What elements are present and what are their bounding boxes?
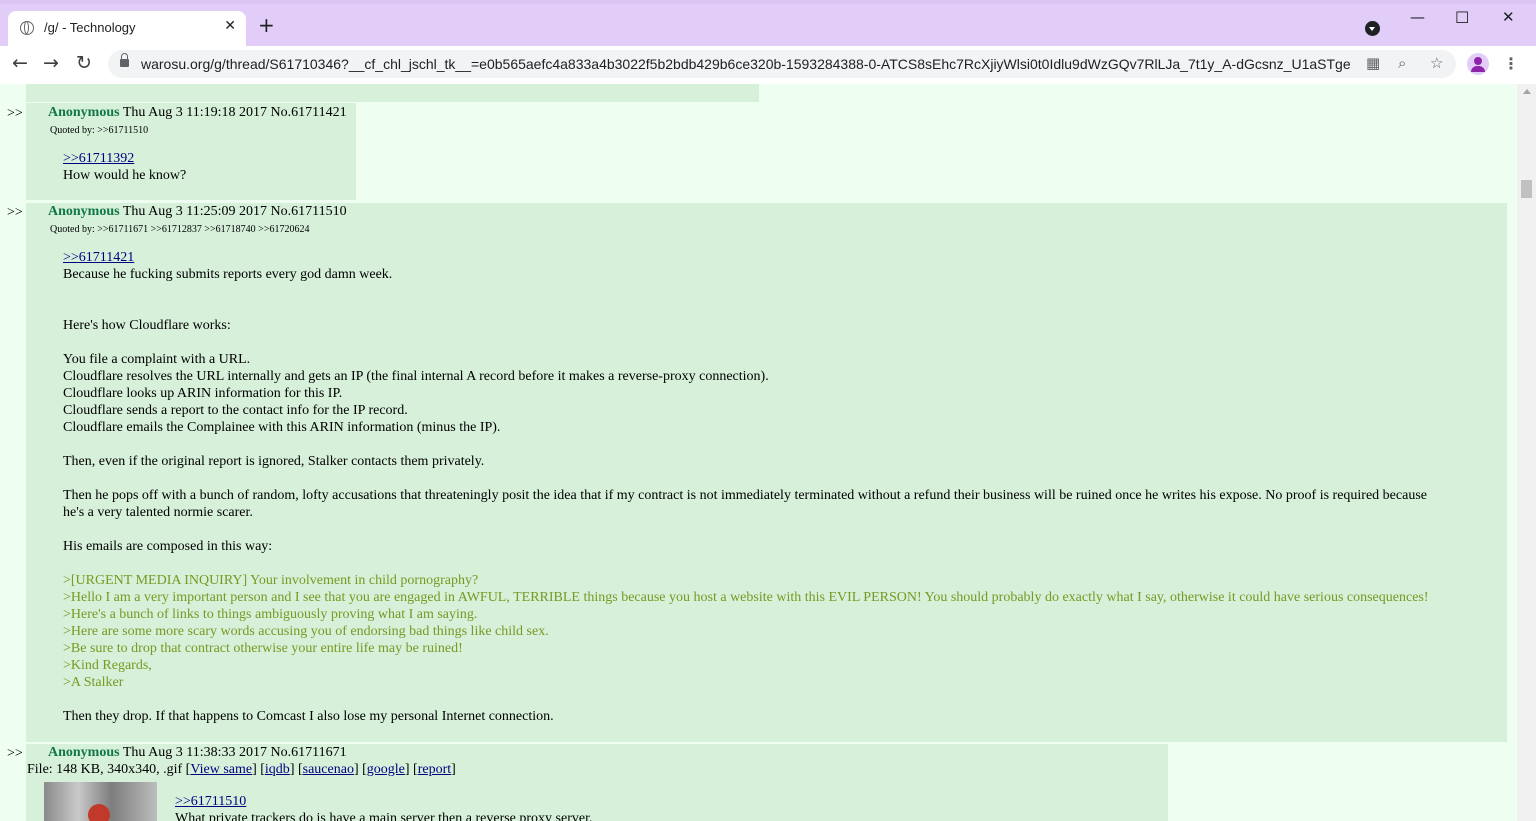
file-label: File: 148 KB, 340x340, .gif — [27, 762, 183, 777]
qr-code-icon[interactable]: ▦ — [1366, 54, 1380, 72]
greentext-line: >Here are some more scary words accusing… — [63, 624, 549, 639]
post-body-line: You file a complaint with a URL. — [63, 352, 251, 367]
post-date: Thu Aug 3 11:19:18 2017 — [122, 105, 267, 120]
iqdb-link[interactable]: iqdb — [265, 762, 290, 777]
post-header: Anonymous Thu Aug 3 11:38:33 2017 No.617… — [48, 745, 347, 761]
post-61711421: Anonymous Thu Aug 3 11:19:18 2017 No.617… — [26, 103, 356, 200]
scrollbar-thumb[interactable] — [1521, 180, 1532, 198]
back-button[interactable]: ← — [12, 53, 28, 73]
active-tab[interactable]: /g/ - Technology ✕ — [8, 11, 246, 46]
profile-icon[interactable] — [1467, 53, 1489, 75]
post-body-line: Cloudflare emails the Complainee with th… — [63, 420, 501, 435]
post-body-line: Then he pops off with a bunch of random,… — [63, 488, 1427, 503]
close-window-button[interactable]: ✕ — [1502, 8, 1515, 26]
post-61711671: Anonymous Thu Aug 3 11:38:33 2017 No.617… — [26, 744, 1168, 821]
globe-icon — [20, 21, 34, 35]
post-body-line: Cloudflare looks up ARIN information for… — [63, 386, 343, 401]
post-body-line: Then, even if the original report is ign… — [63, 454, 485, 469]
forward-button[interactable]: → — [43, 53, 59, 73]
greentext-line: >A Stalker — [63, 675, 124, 690]
tab-close-icon[interactable]: ✕ — [224, 18, 236, 34]
post-date: Thu Aug 3 11:25:09 2017 — [122, 204, 267, 219]
post-arrows: >> — [7, 106, 23, 121]
star-icon[interactable]: ☆ — [1430, 54, 1443, 72]
greentext-line: >Here's a bunch of links to things ambig… — [63, 607, 478, 622]
post-body-line: How would he know? — [63, 168, 187, 183]
quoted-by[interactable]: Quoted by: >>61711510 — [50, 125, 148, 136]
post-body-line: What private trackers do is have a main … — [175, 811, 593, 821]
post-thumbnail-image[interactable] — [44, 782, 157, 821]
post-body-line: Because he fucking submits reports every… — [63, 267, 393, 282]
post-arrows: >> — [7, 746, 23, 761]
post-body-line: Cloudflare resolves the URL internally a… — [63, 369, 769, 384]
minimize-button[interactable]: — — [1410, 8, 1425, 26]
google-link[interactable]: google — [367, 762, 405, 777]
reply-link[interactable]: >>61711392 — [63, 151, 134, 167]
post-body-line: His emails are composed in this way: — [63, 539, 273, 554]
greentext-line: >[URGENT MEDIA INQUIRY] Your involvement… — [63, 573, 479, 588]
scroll-up-icon[interactable] — [1523, 89, 1531, 94]
thread-page: >> Anonymous Thu Aug 3 11:19:18 2017 No.… — [0, 84, 1517, 821]
reply-link[interactable]: >>61711510 — [175, 794, 246, 810]
post-body-line: he's a very talented normie scarer. — [63, 505, 253, 520]
url-text[interactable]: warosu.org/g/thread/S61710346?__cf_chl_j… — [141, 56, 1351, 72]
saucenao-link[interactable]: saucenao — [303, 762, 354, 777]
greentext-line: >Be sure to drop that contract otherwise… — [63, 641, 463, 656]
post-body-line: Cloudflare sends a report to the contact… — [63, 403, 408, 418]
post-61711510: Anonymous Thu Aug 3 11:25:09 2017 No.617… — [26, 203, 1507, 742]
post-number[interactable]: No.61711510 — [271, 204, 347, 219]
new-tab-button[interactable]: + — [258, 15, 275, 35]
poster-name: Anonymous — [48, 745, 120, 760]
maximize-button[interactable]: ☐ — [1455, 8, 1469, 27]
post-body-line: Here's how Cloudflare works: — [63, 318, 231, 333]
menu-icon[interactable]: ⋮ — [1503, 54, 1519, 73]
zoom-icon[interactable]: ⌕ — [1398, 54, 1406, 72]
tab-search-icon[interactable] — [1365, 21, 1380, 36]
browser-toolbar: ← → ↻ warosu.org/g/thread/S61710346?__cf… — [0, 46, 1536, 84]
address-bar[interactable]: warosu.org/g/thread/S61710346?__cf_chl_j… — [108, 50, 1456, 78]
poster-name: Anonymous — [48, 204, 120, 219]
post-header: Anonymous Thu Aug 3 11:19:18 2017 No.617… — [48, 105, 347, 121]
file-info: File: 148 KB, 340x340, .gif [View same] … — [27, 762, 456, 777]
tab-strip-topline — [0, 0, 1536, 4]
tab-strip: /g/ - Technology ✕ + — ☐ ✕ — [0, 0, 1536, 46]
post-date: Thu Aug 3 11:38:33 2017 — [122, 745, 267, 760]
page-scrollbar[interactable] — [1517, 84, 1536, 821]
reload-button[interactable]: ↻ — [76, 53, 92, 73]
report-link[interactable]: report — [418, 762, 451, 777]
post-arrows: >> — [7, 205, 23, 220]
post-header: Anonymous Thu Aug 3 11:25:09 2017 No.617… — [48, 204, 347, 220]
greentext-line: >Kind Regards, — [63, 658, 152, 673]
reply-link[interactable]: >>61711421 — [63, 250, 134, 266]
view-same-link[interactable]: View same — [190, 762, 252, 777]
tab-title: /g/ - Technology — [44, 20, 136, 35]
previous-post-fragment — [26, 84, 759, 102]
post-body-line: Then they drop. If that happens to Comca… — [63, 709, 554, 724]
post-number[interactable]: No.61711671 — [271, 745, 347, 760]
poster-name: Anonymous — [48, 105, 120, 120]
post-number[interactable]: No.61711421 — [271, 105, 347, 120]
greentext-line: >Hello I am a very important person and … — [63, 590, 1429, 605]
quoted-by[interactable]: Quoted by: >>61711671 >>61712837 >>61718… — [50, 224, 309, 235]
lock-icon[interactable] — [120, 53, 129, 67]
